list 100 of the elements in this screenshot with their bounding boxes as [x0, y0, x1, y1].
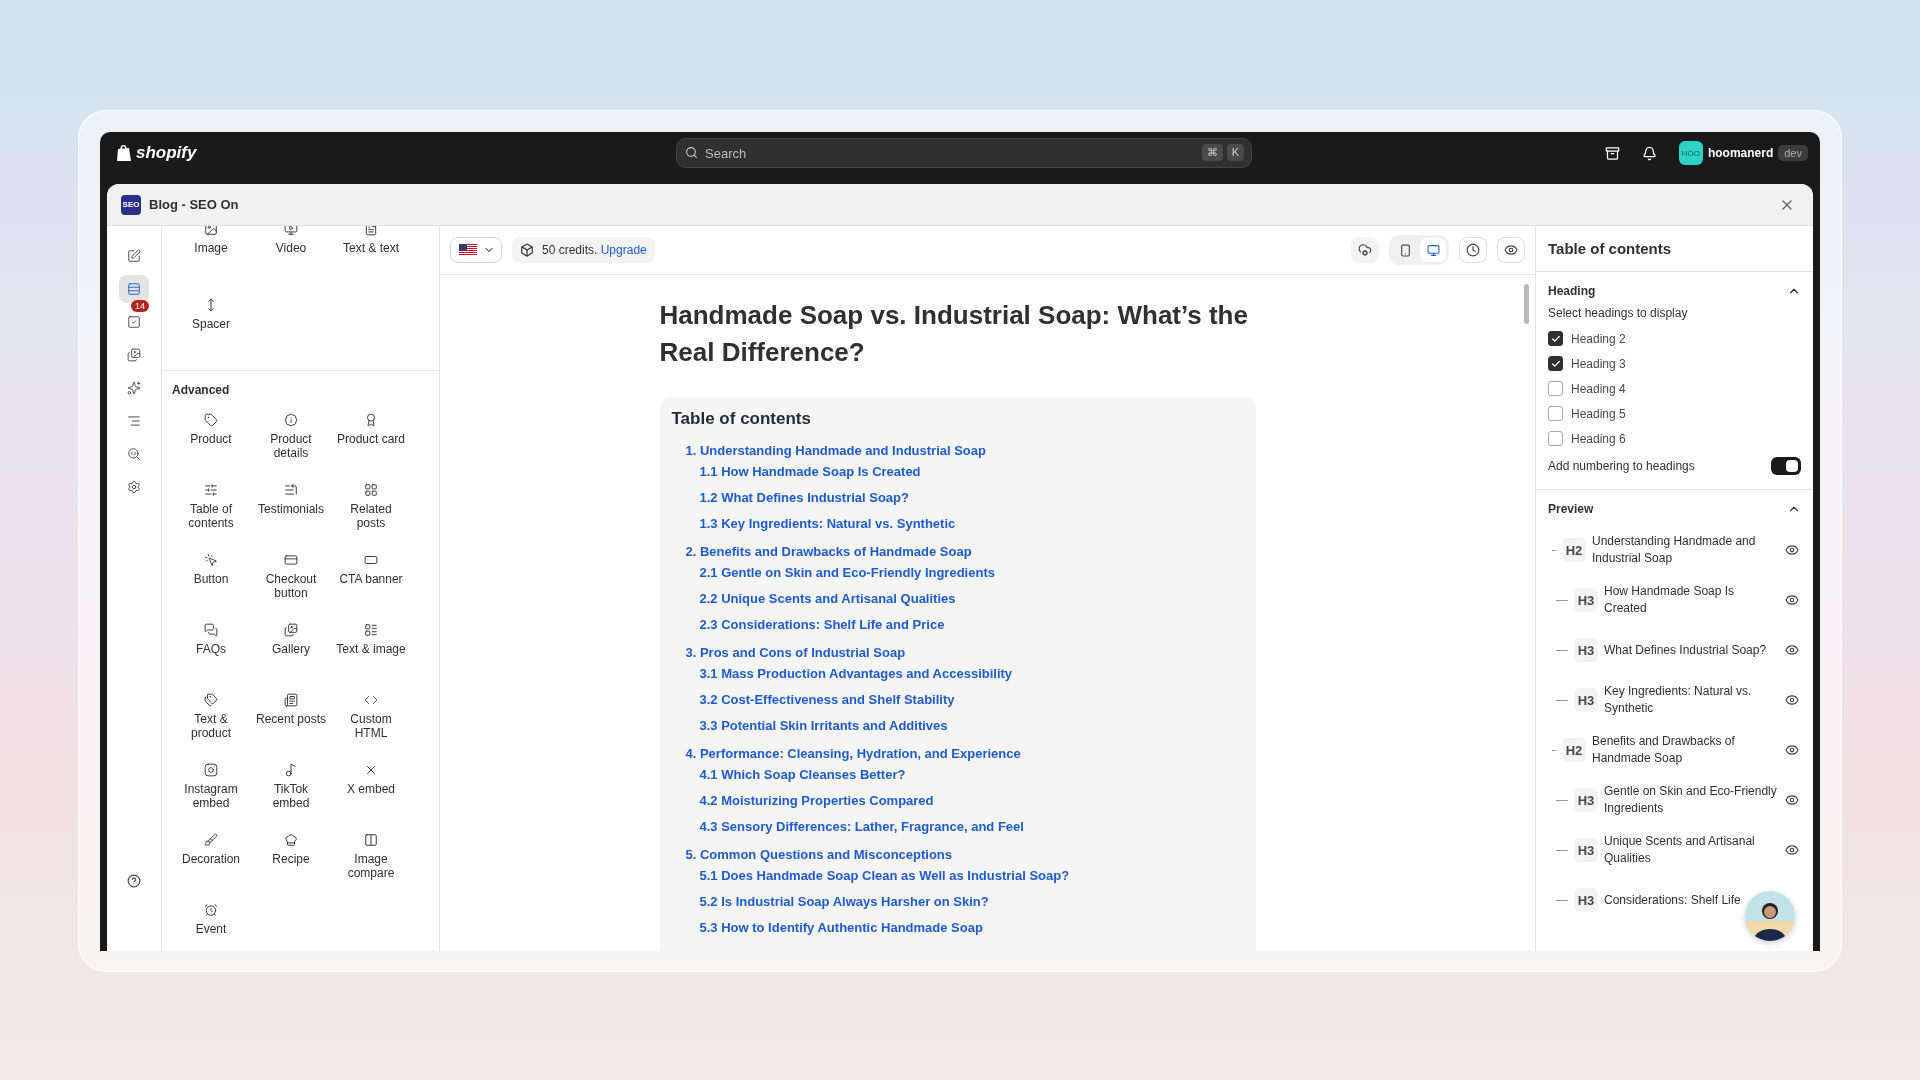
visibility-button[interactable]	[1785, 793, 1801, 807]
cube-icon	[520, 243, 534, 257]
heading-text: Considerations: Shelf Life	[1604, 891, 1742, 909]
badge-icon	[284, 413, 298, 427]
search-icon	[685, 146, 698, 159]
block-item[interactable]: Text & image	[331, 621, 411, 683]
toc-link[interactable]: 5.1 Does Handmade Soap Clean as Well as Industrial Soap?	[699, 867, 1070, 884]
heading-text: Gentle on Skin and Eco-Friendly Ingredients	[1604, 783, 1778, 817]
document-icon	[364, 226, 378, 236]
desktop-button[interactable]	[1420, 238, 1446, 262]
visibility-button[interactable]	[1785, 643, 1801, 657]
block-item[interactable]: Text & text	[331, 226, 411, 282]
toc-link[interactable]: 1.2 What Defines Industrial Soap?	[699, 489, 909, 506]
sparkles-icon	[127, 381, 141, 395]
block-item[interactable]: Testimonials	[251, 481, 331, 543]
toc-link[interactable]: 4.3 Sensory Differences: Lather, Fragrance, and Feel	[699, 818, 1024, 835]
block-item[interactable]: Table of contents	[171, 481, 251, 543]
toc-link[interactable]: 1.1 How Handmade Soap Is Created	[699, 463, 921, 480]
block-item[interactable]: Checkout button	[251, 551, 331, 613]
block-item[interactable]: Recipe	[251, 831, 331, 893]
toggle-label: Add numbering to headings	[1548, 459, 1695, 473]
banner-icon	[364, 553, 378, 567]
visibility-button[interactable]	[1785, 543, 1801, 557]
visibility-button[interactable]	[1785, 693, 1801, 707]
monitor-icon	[1426, 243, 1440, 257]
clock-icon	[1466, 243, 1480, 257]
settings-icon	[127, 480, 141, 494]
checkbox[interactable]	[1548, 356, 1563, 371]
heading-level-tag: H3	[1574, 888, 1598, 912]
heading-text: How Handmade Soap Is Created	[1604, 583, 1736, 617]
checkbox-label: Heading 6	[1571, 431, 1626, 446]
block-item[interactable]: Text & product	[171, 691, 251, 753]
toc-link[interactable]: 2.2 Unique Scents and Artisanal Qualities	[699, 590, 956, 607]
heading-text: Benefits and Drawbacks of Handmade Soap	[1592, 733, 1736, 767]
block-item[interactable]: Product card	[331, 411, 411, 473]
block-item[interactable]: Custom HTML	[331, 691, 411, 753]
preview-button[interactable]	[1497, 237, 1525, 263]
toc-link[interactable]: 4.1 Which Soap Cleanses Better?	[699, 766, 906, 783]
images-icon	[127, 348, 141, 362]
block-item[interactable]: Gallery	[251, 621, 331, 683]
history-button[interactable]	[1459, 237, 1487, 263]
checkbox[interactable]	[1548, 406, 1563, 421]
eye-icon	[1785, 843, 1799, 857]
card-icon	[284, 553, 298, 567]
toc-link[interactable]: 3.3 Potential Skin Irritants and Additives	[699, 717, 948, 734]
alarm-clock-icon	[204, 903, 218, 917]
eye-icon	[1785, 793, 1799, 807]
checkbox[interactable]	[1548, 331, 1563, 346]
toc-link[interactable]: 2. Benefits and Drawbacks of Handmade Soap	[685, 544, 972, 559]
toc-link[interactable]: 3. Pros and Cons of Industrial Soap	[685, 645, 906, 660]
scrollbar-thumb[interactable]	[1524, 284, 1529, 324]
toc-link[interactable]: 2.1 Gentle on Skin and Eco-Friendly Ingredients	[699, 564, 995, 581]
section-header[interactable]: Preview	[1548, 502, 1801, 516]
block-item[interactable]: Image compare	[331, 831, 411, 893]
toc-link[interactable]: 2.3 Considerations: Shelf Life and Price	[699, 616, 945, 633]
toc-link[interactable]: 1. Understanding Handmade and Industrial Soap	[685, 443, 986, 458]
section-header[interactable]: Heading	[1548, 284, 1801, 298]
block-item[interactable]: Recent posts	[251, 691, 331, 753]
heading-text: Key Ingredients: Natural vs. Synthetic	[1604, 683, 1753, 717]
block-item[interactable]: CTA banner	[331, 551, 411, 613]
inbox-icon[interactable]	[1604, 145, 1620, 161]
toc-link[interactable]: 3.1 Mass Production Advantages and Accessibility	[699, 665, 1013, 682]
user-name: hoomanerd	[1707, 146, 1774, 160]
images-icon	[284, 623, 298, 637]
visibility-button[interactable]	[1785, 593, 1801, 607]
language-select[interactable]	[450, 237, 502, 263]
rail-button[interactable]	[119, 275, 149, 303]
toc-link[interactable]: 5. Common Questions and Misconceptions	[685, 847, 953, 862]
block-item[interactable]: FAQs	[171, 621, 251, 683]
user-avatar[interactable]: HOO	[1678, 141, 1703, 165]
heading-text: Understanding Handmade and Industrial Soap	[1592, 533, 1757, 567]
checkbox-label: Heading 3	[1571, 356, 1626, 371]
toc-link[interactable]: 5.2 Is Industrial Soap Always Harsher on Skin?	[699, 893, 989, 910]
block-item[interactable]: Video	[251, 226, 331, 282]
block-item[interactable]: Decoration	[171, 831, 251, 893]
numbering-toggle[interactable]	[1771, 457, 1801, 475]
checkbox[interactable]	[1548, 381, 1563, 396]
phone-icon	[1398, 243, 1412, 257]
block-item[interactable]: Button	[171, 551, 251, 613]
block-item[interactable]: Product details	[251, 411, 331, 473]
block-item[interactable]: Image	[171, 226, 251, 282]
checkbox[interactable]	[1548, 431, 1563, 446]
bell-icon[interactable]	[1641, 145, 1657, 161]
block-item[interactable]: Product	[171, 411, 251, 473]
block-item[interactable]: Event	[171, 901, 251, 951]
visibility-button[interactable]	[1785, 843, 1801, 857]
block-item[interactable]: Instagram embed	[171, 761, 251, 823]
block-item[interactable]: X embed	[331, 761, 411, 823]
toc-link[interactable]: 4. Performance: Cleansing, Hydration, and Experience	[685, 746, 1021, 761]
toc-link[interactable]: 5.3 How to Identify Authentic Handmade Soap	[699, 919, 983, 936]
toc-link[interactable]: 4.2 Moisturizing Properties Compared	[699, 792, 934, 809]
block-item[interactable]: TikTok embed	[251, 761, 331, 823]
toc-link[interactable]: 1.3 Key Ingredients: Natural vs. Synthetic	[699, 515, 956, 532]
upgrade-link[interactable]: Upgrade	[600, 243, 647, 257]
toc-link[interactable]: 3.2 Cost-Effectiveness and Shelf Stability	[699, 691, 955, 708]
block-item[interactable]: Related posts	[331, 481, 411, 543]
block-item[interactable]: Spacer	[171, 296, 251, 358]
brand-name: shopify	[136, 143, 197, 163]
cloud-button[interactable]	[1351, 237, 1379, 263]
visibility-button[interactable]	[1785, 743, 1801, 757]
